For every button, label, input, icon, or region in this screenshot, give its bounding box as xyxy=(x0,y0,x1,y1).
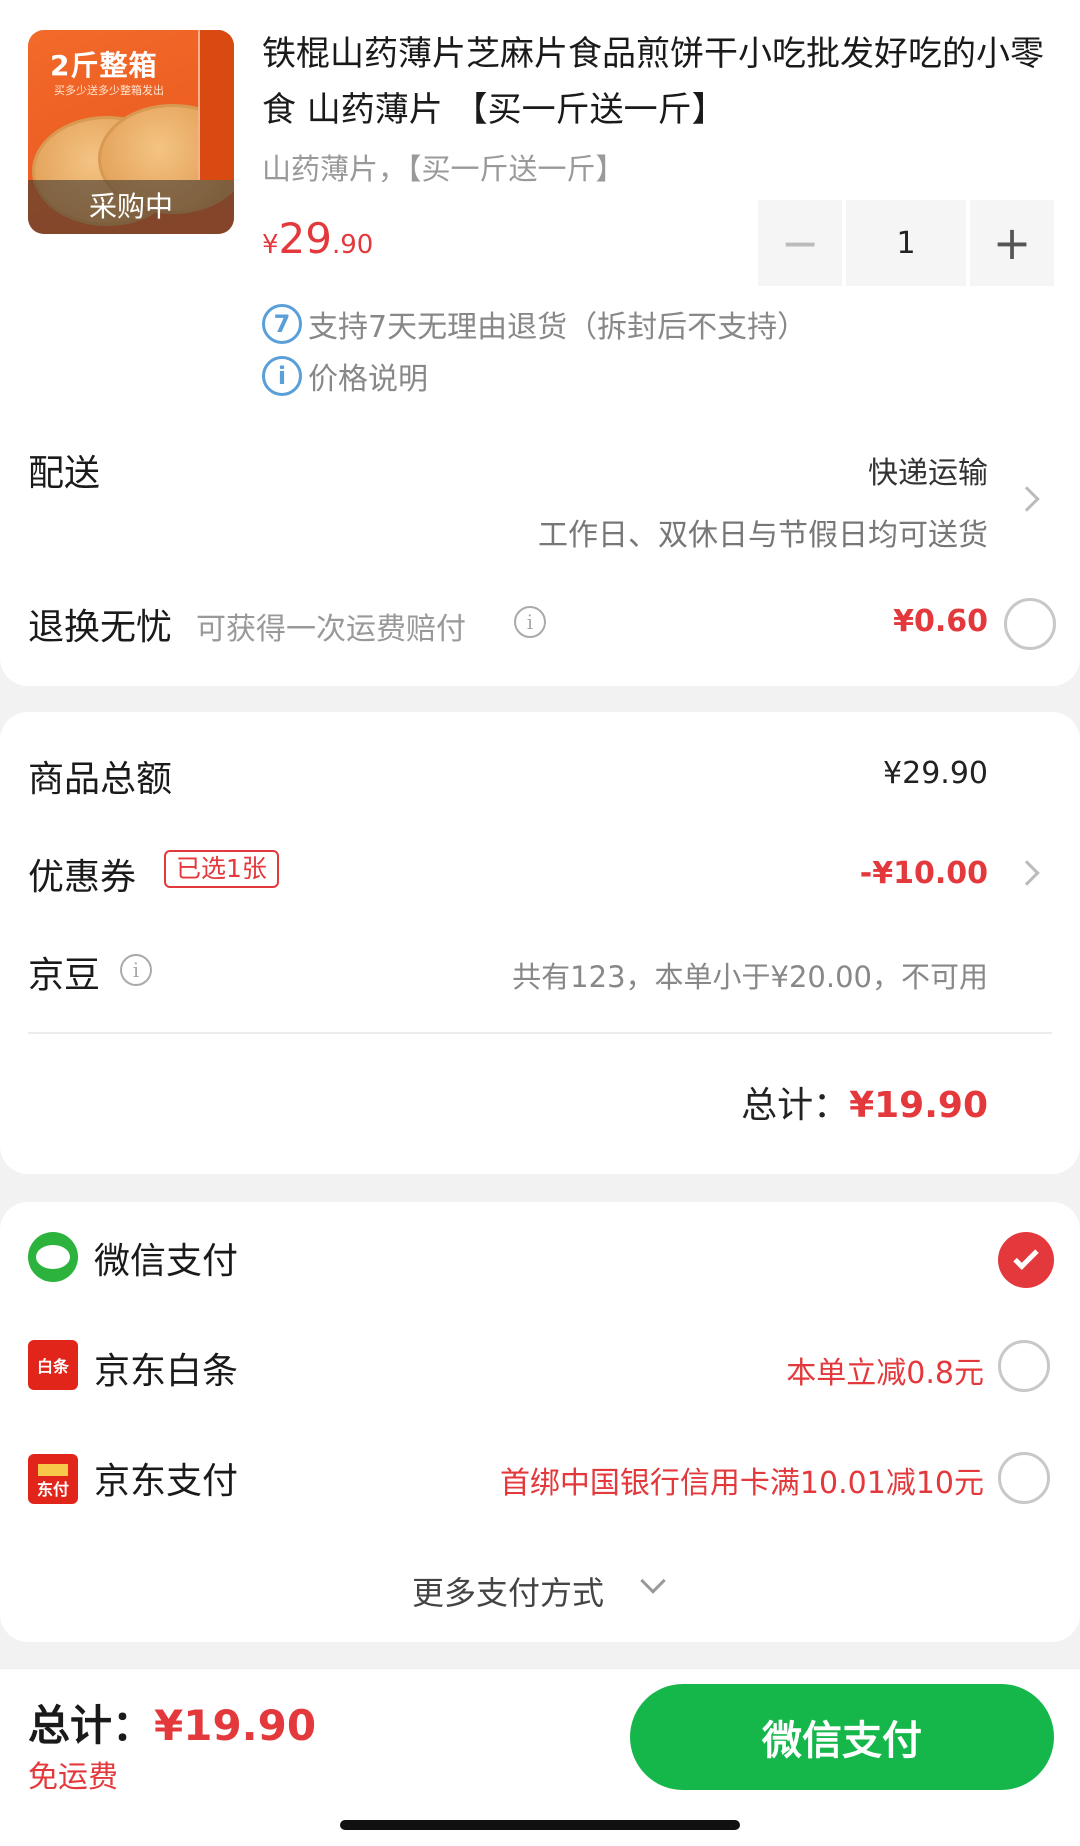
info-icon[interactable]: i xyxy=(514,606,546,638)
payment-promo: 本单立减0.8元 xyxy=(786,1356,984,1391)
product-spec: 山药薄片，【买一斤送一斤】 xyxy=(262,152,625,186)
quantity-stepper: − 1 + xyxy=(758,200,1054,286)
delivery-label: 配送 xyxy=(28,453,101,494)
wechat-pay-icon xyxy=(28,1232,78,1282)
payment-method-label[interactable]: 京东白条 xyxy=(94,1342,238,1394)
product-price: ¥29.90 xyxy=(262,214,373,263)
goods-total-label: 商品总额 xyxy=(28,759,173,800)
delivery-note: 工作日、双休日与节假日均可送货 xyxy=(538,518,988,553)
return-policy[interactable]: 7 支持7天无理由退货（拆封后不支持） xyxy=(262,302,807,346)
insurance-radio[interactable] xyxy=(1004,598,1056,650)
delivery-method[interactable]: 快递运输 xyxy=(868,448,988,492)
coupon-selected-tag[interactable]: 已选1张 xyxy=(164,850,279,888)
jd-baitiao-icon: 白条 xyxy=(28,1340,78,1390)
price-info[interactable]: i 价格说明 xyxy=(262,354,428,398)
purchase-status-label: 采购中 xyxy=(28,180,234,234)
checkout-page: 2斤整箱 买多少送多少整箱发出 采购中 铁棍山药薄片芝麻片食品煎饼干小吃批发好吃… xyxy=(0,0,1080,1846)
payment-radio[interactable] xyxy=(998,1340,1050,1392)
bottom-total-label: 总计： xyxy=(28,1701,155,1750)
wechat-pay-button[interactable]: 微信支付 xyxy=(630,1684,1054,1790)
free-shipping-label: 免运费 xyxy=(28,1760,118,1795)
bottom-total-value: ¥19.90 xyxy=(154,1701,317,1750)
price-info-text: 价格说明 xyxy=(308,362,428,397)
order-total: 总计：¥19.90 xyxy=(741,1076,988,1128)
payment-method-label[interactable]: 京东支付 xyxy=(94,1452,238,1504)
payment-method-label[interactable]: 微信支付 xyxy=(94,1232,238,1284)
jd-beans-label: 京豆 xyxy=(28,955,101,996)
increase-button[interactable]: + xyxy=(970,200,1054,286)
bottom-total: 总计：¥19.90 xyxy=(28,1692,316,1753)
more-payment-methods[interactable]: 更多支付方式 xyxy=(412,1568,604,1614)
selected-check-icon[interactable] xyxy=(998,1232,1054,1288)
home-indicator[interactable] xyxy=(340,1820,740,1830)
thumb-title: 2斤整箱 xyxy=(50,49,158,82)
coupon-label[interactable]: 优惠券 xyxy=(28,848,136,900)
info-icon: i xyxy=(262,356,302,396)
chat-bubble-icon xyxy=(36,1245,70,1269)
return-insurance-price: ¥0.60 xyxy=(893,604,988,639)
seven-day-icon: 7 xyxy=(262,304,302,344)
payment-promo: 首绑中国银行信用卡满10.01减10元 xyxy=(499,1466,984,1501)
divider xyxy=(28,1032,1052,1034)
info-icon[interactable]: i xyxy=(120,954,152,986)
goods-total-value: ¥29.90 xyxy=(883,756,988,791)
jd-pay-icon: 东付 xyxy=(28,1454,78,1504)
quantity-value[interactable]: 1 xyxy=(846,200,966,286)
product-title[interactable]: 铁棍山药薄片芝麻片食品煎饼干小吃批发好吃的小零食 山药薄片 【买一斤送一斤】 xyxy=(262,26,1052,138)
coupon-value[interactable]: -¥10.00 xyxy=(860,856,988,891)
payment-radio[interactable] xyxy=(998,1452,1050,1504)
box-side-panel xyxy=(198,30,234,180)
price-integer: 29 xyxy=(278,214,332,263)
return-policy-text: 支持7天无理由退货（拆封后不支持） xyxy=(308,310,808,345)
price-currency: ¥ xyxy=(262,230,279,260)
product-thumbnail[interactable]: 2斤整箱 买多少送多少整箱发出 采购中 xyxy=(28,30,234,234)
jd-pay-icon-text: 东付 xyxy=(36,1480,69,1499)
order-total-value: ¥19.90 xyxy=(849,1085,988,1126)
decrease-button[interactable]: − xyxy=(758,200,842,286)
return-insurance-label: 退换无忧 xyxy=(28,607,173,648)
jd-beans-note: 共有123，本单小于¥20.00，不可用 xyxy=(512,960,988,994)
thumb-subtitle: 买多少送多少整箱发出 xyxy=(54,84,164,97)
price-decimal: .90 xyxy=(332,230,374,260)
return-insurance-desc: 可获得一次运费赔付 xyxy=(196,612,466,647)
card-stripe xyxy=(38,1464,68,1476)
order-total-label: 总计： xyxy=(741,1085,850,1126)
